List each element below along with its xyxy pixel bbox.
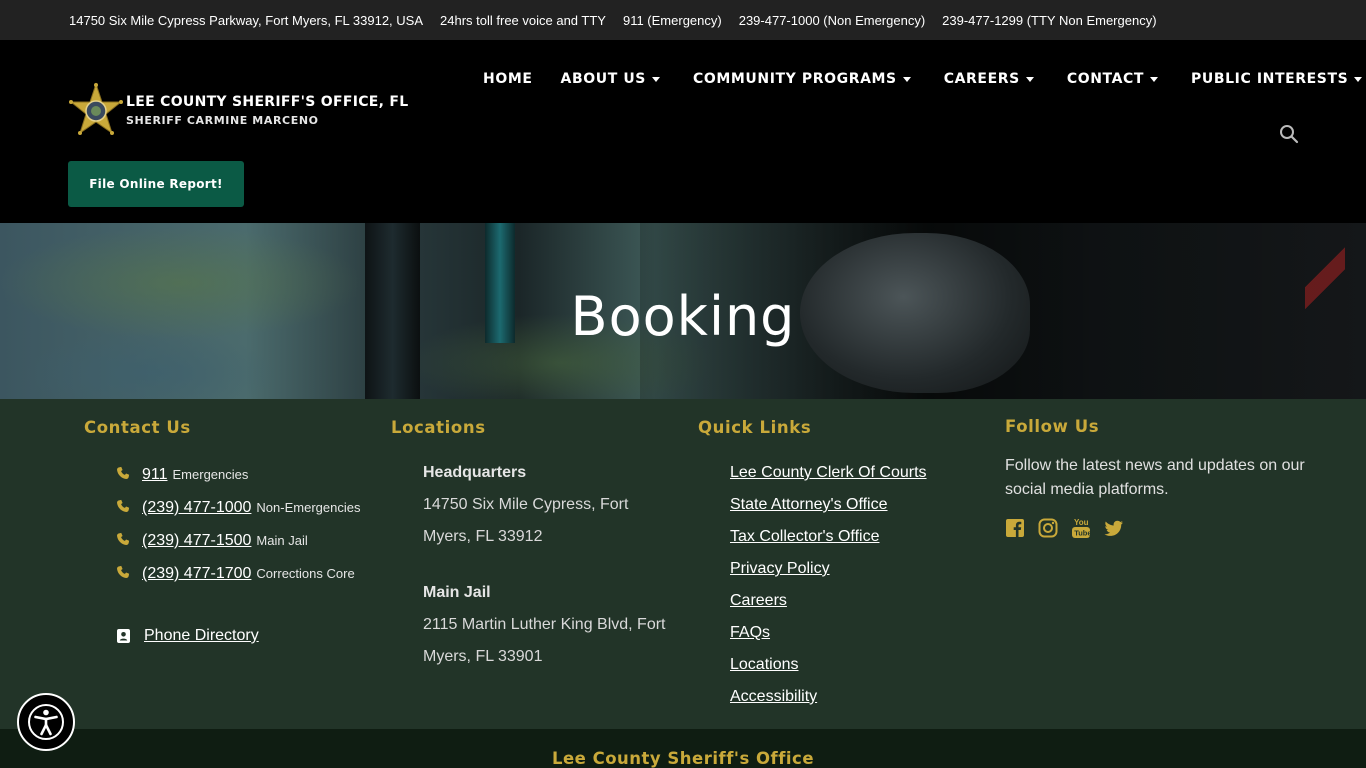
- footer-bottom: Lee County Sheriff's Office: [0, 729, 1366, 768]
- nav-community-programs[interactable]: COMMUNITY PROGRAMS: [693, 71, 911, 87]
- quick-link-state-attorney[interactable]: State Attorney's Office: [730, 496, 888, 514]
- contact-phone-desc: Emergencies: [172, 467, 249, 482]
- phone-icon: [117, 565, 130, 578]
- contact-phone-link[interactable]: (239) 477-1700: [142, 565, 251, 583]
- topbar-address: 14750 Six Mile Cypress Parkway, Fort Mye…: [69, 12, 424, 28]
- youtube-icon[interactable]: You Tube: [1071, 517, 1091, 539]
- headquarters-heading: Headquarters: [423, 464, 527, 481]
- hero-banner: Booking: [0, 223, 1366, 399]
- logo-subtitle: SHERIFF CARMINE MARCENO: [126, 113, 319, 127]
- contact-us-title: Contact Us: [84, 418, 191, 437]
- follow-us-title: Follow Us: [1005, 417, 1100, 436]
- chevron-down-icon: [651, 77, 660, 82]
- social-links: You Tube: [1005, 517, 1137, 539]
- quick-link-tax-collector[interactable]: Tax Collector's Office: [730, 528, 879, 546]
- chevron-down-icon: [1354, 77, 1363, 82]
- headquarters-address-line1: 14750 Six Mile Cypress, Fort: [423, 496, 629, 513]
- nav-contact-label: CONTACT: [1066, 71, 1145, 87]
- search-icon[interactable]: [1279, 124, 1299, 144]
- footer-bottom-title: Lee County Sheriff's Office: [551, 749, 815, 768]
- contact-row-corrections: (239) 477-1700 Corrections Core: [116, 564, 355, 583]
- top-info-bar: 14750 Six Mile Cypress Parkway, Fort Mye…: [0, 0, 1366, 40]
- svg-text:Tube: Tube: [1074, 529, 1091, 538]
- quick-link-faqs[interactable]: FAQs: [730, 624, 770, 642]
- headquarters-address-line2: Myers, FL 33912: [423, 528, 543, 545]
- nav-about-us-label: ABOUT US: [560, 71, 646, 87]
- chevron-down-icon: [1150, 77, 1159, 82]
- phone-directory-link[interactable]: Phone Directory: [144, 627, 259, 645]
- main-jail-heading: Main Jail: [423, 584, 491, 601]
- follow-us-text: Follow the latest news and updates on ou…: [1005, 457, 1305, 498]
- site-header: LEE COUNTY SHERIFF'S OFFICE, FL SHERIFF …: [0, 40, 1366, 223]
- twitter-icon[interactable]: [1104, 517, 1124, 539]
- nav-public-interests-label: PUBLIC INTERESTS: [1191, 71, 1349, 87]
- contact-row-emergency: 911 Emergencies: [116, 465, 248, 484]
- quick-link-accessibility[interactable]: Accessibility: [730, 688, 817, 706]
- quick-link-careers[interactable]: Careers: [730, 592, 787, 610]
- logo-text: LEE COUNTY SHERIFF'S OFFICE, FL SHERIFF …: [126, 94, 409, 127]
- phone-icon: [117, 499, 130, 512]
- chevron-down-icon: [902, 77, 911, 82]
- nav-careers[interactable]: CAREERS: [944, 71, 1034, 87]
- main-nav: HOME ABOUT US COMMUNITY PROGRAMS CAREERS…: [483, 71, 1363, 87]
- nav-home[interactable]: HOME: [483, 71, 533, 87]
- nav-contact[interactable]: CONTACT: [1066, 71, 1159, 87]
- facebook-icon[interactable]: [1005, 517, 1025, 539]
- contact-phone-link[interactable]: (239) 477-1000: [142, 499, 251, 517]
- nav-about-us[interactable]: ABOUT US: [561, 71, 660, 87]
- quick-links-title: Quick Links: [698, 418, 812, 437]
- instagram-icon[interactable]: [1038, 517, 1058, 539]
- contact-book-icon: [117, 629, 130, 643]
- contact-phone-desc: Non-Emergencies: [256, 500, 361, 515]
- locations-title: Locations: [391, 418, 486, 437]
- phone-icon: [117, 466, 130, 479]
- nav-public-interests[interactable]: PUBLIC INTERESTS: [1191, 71, 1363, 87]
- main-jail-address-line2: Myers, FL 33901: [423, 648, 543, 665]
- accessibility-widget-button[interactable]: [17, 693, 75, 751]
- quick-link-clerk-of-courts[interactable]: Lee County Clerk Of Courts: [730, 464, 927, 482]
- site-logo[interactable]: LEE COUNTY SHERIFF'S OFFICE, FL SHERIFF …: [68, 82, 409, 138]
- accessibility-icon: [28, 704, 64, 740]
- nav-home-label: HOME: [483, 71, 533, 87]
- svg-text:You: You: [1074, 518, 1089, 527]
- topbar-tty-non-emergency[interactable]: 239-477-1299 (TTY Non Emergency): [942, 13, 1156, 28]
- phone-directory: Phone Directory: [116, 627, 259, 645]
- topbar-tty: 24hrs toll free voice and TTY: [440, 12, 606, 28]
- nav-community-programs-label: COMMUNITY PROGRAMS: [692, 71, 897, 87]
- quick-link-privacy-policy[interactable]: Privacy Policy: [730, 560, 830, 578]
- page-title: Booking: [570, 285, 796, 348]
- phone-icon: [117, 532, 130, 545]
- site-footer: Contact Us 911 Emergencies (239) 477-100…: [0, 399, 1366, 729]
- topbar-non-emergency[interactable]: 239-477-1000 (Non Emergency): [739, 13, 925, 28]
- main-jail-address-line1: 2115 Martin Luther King Blvd, Fort: [423, 616, 666, 633]
- contact-row-non-emergency: (239) 477-1000 Non-Emergencies: [116, 498, 360, 517]
- sheriff-star-badge-icon: [69, 82, 123, 135]
- quick-link-locations[interactable]: Locations: [730, 656, 799, 674]
- file-online-report-button[interactable]: File Online Report!: [68, 161, 244, 207]
- chevron-down-icon: [1025, 77, 1034, 82]
- contact-phone-desc: Corrections Core: [256, 566, 355, 581]
- contact-phone-desc: Main Jail: [256, 533, 308, 548]
- topbar-emergency[interactable]: 911 (Emergency): [623, 13, 722, 28]
- contact-phone-link[interactable]: (239) 477-1500: [142, 532, 251, 550]
- logo-title: LEE COUNTY SHERIFF'S OFFICE, FL: [126, 93, 409, 110]
- nav-careers-label: CAREERS: [943, 71, 1020, 87]
- contact-row-main-jail: (239) 477-1500 Main Jail: [116, 531, 308, 550]
- contact-phone-link[interactable]: 911: [142, 466, 168, 484]
